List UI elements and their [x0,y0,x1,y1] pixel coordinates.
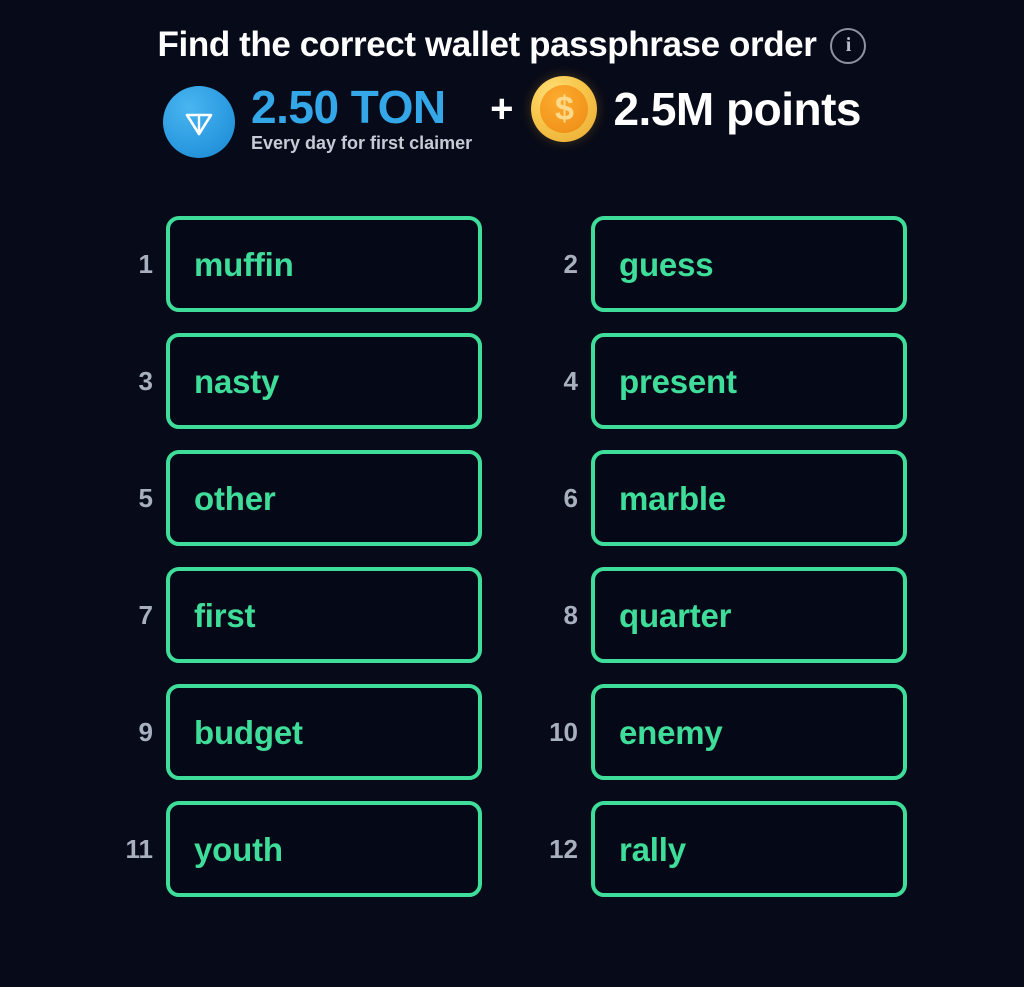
ton-subtitle: Every day for first claimer [251,132,473,153]
word-tile-11[interactable]: youth [166,801,482,897]
word-tile-3[interactable]: nasty [166,333,482,429]
word-cell: 5 other [117,450,482,546]
word-label: enemy [619,713,723,751]
word-tile-12[interactable]: rally [591,801,907,897]
coin-icon: $ [531,76,598,142]
info-icon[interactable]: i [830,28,867,64]
word-cell: 8 quarter [542,567,907,663]
word-label: quarter [619,596,732,634]
word-index: 4 [563,366,578,396]
page-title: Find the correct wallet passphrase order [157,24,817,64]
word-cell: 11 youth [117,801,482,897]
word-label: budget [194,713,303,751]
word-cell: 1 muffin [117,216,482,312]
word-index: 9 [138,717,153,747]
ton-logo-icon [163,86,235,158]
word-label: guess [619,245,714,283]
word-tile-8[interactable]: quarter [591,567,907,663]
ton-amount: 2.50 TON [251,81,446,133]
ton-reward: 2.50 TON Every day for first claimer [163,84,472,158]
word-tile-9[interactable]: budget [166,684,482,780]
word-tile-1[interactable]: muffin [166,216,482,312]
word-index: 5 [138,483,153,513]
word-label: present [619,362,737,400]
word-tile-7[interactable]: first [166,567,482,663]
plus-separator: + [490,87,514,131]
ton-text-group: 2.50 TON Every day for first claimer [251,84,472,152]
word-label: youth [194,830,283,868]
word-cell: 12 rally [542,801,907,897]
word-cell: 10 enemy [542,684,907,780]
word-index: 12 [549,834,578,864]
word-label: nasty [194,362,280,400]
word-tile-6[interactable]: marble [591,450,907,546]
word-cell: 7 first [117,567,482,663]
word-index: 1 [138,249,153,279]
word-cell: 3 nasty [117,333,482,429]
word-index: 3 [138,366,153,396]
word-index: 6 [563,483,578,513]
word-cell: 6 marble [542,450,907,546]
reward-banner: 2.50 TON Every day for first claimer + $… [0,76,1024,158]
word-index: 2 [563,249,578,279]
coin-icon-face: $ [540,85,589,133]
points-amount: 2.5M points [613,83,861,135]
word-tile-2[interactable]: guess [591,216,907,312]
coin-dollar-glyph: $ [555,90,574,128]
word-label: first [194,596,256,634]
word-label: muffin [194,245,294,283]
word-tile-10[interactable]: enemy [591,684,907,780]
page-header: Find the correct wallet passphrase order… [0,0,1024,64]
word-index: 11 [125,834,154,864]
word-index: 10 [549,717,578,747]
word-tile-4[interactable]: present [591,333,907,429]
points-reward: $ 2.5M points [531,76,861,142]
word-cell: 9 budget [117,684,482,780]
word-cell: 2 guess [542,216,907,312]
word-label: rally [619,830,686,868]
word-tile-5[interactable]: other [166,450,482,546]
word-index: 7 [138,600,153,630]
word-label: marble [619,479,727,517]
passphrase-word-grid: 1 muffin 2 guess 3 nasty 4 present 5 oth… [117,216,907,897]
word-cell: 4 present [542,333,907,429]
word-label: other [194,479,276,517]
word-index: 8 [563,600,578,630]
info-icon-glyph: i [845,34,852,56]
